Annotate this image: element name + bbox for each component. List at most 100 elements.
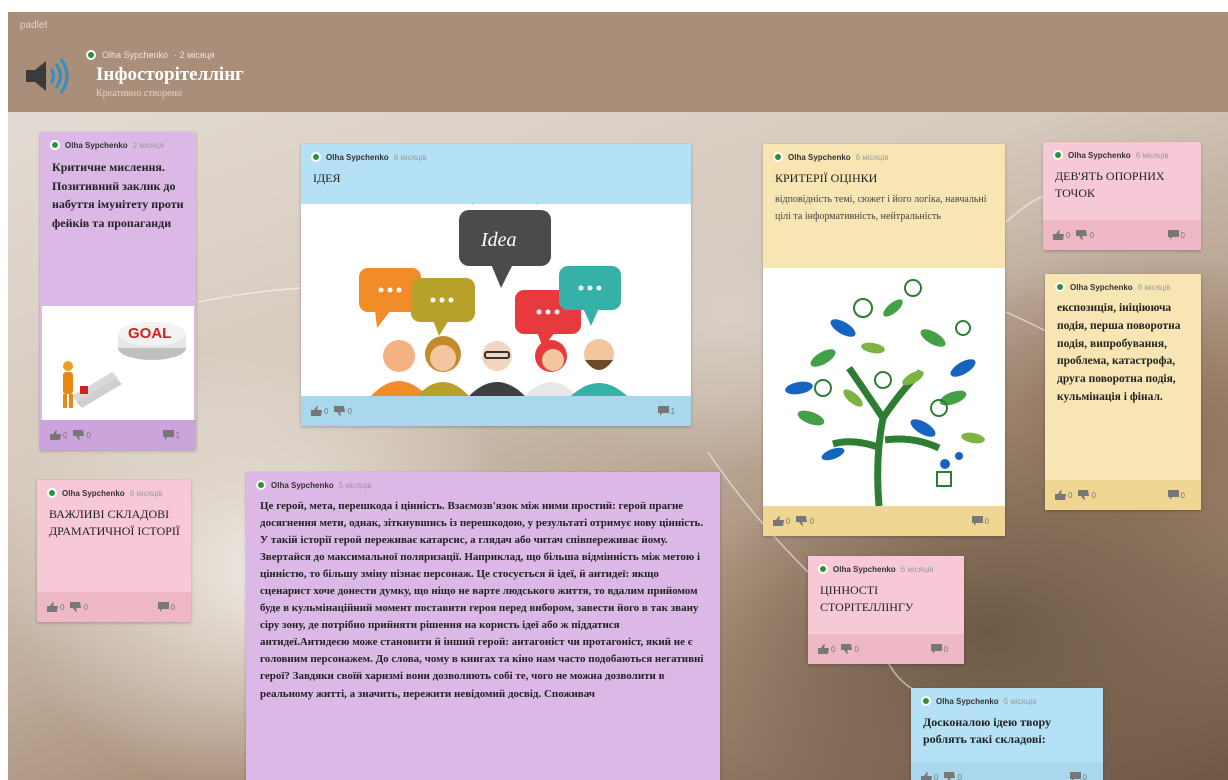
post-actions: 0 0 0 bbox=[1045, 480, 1201, 510]
idea-label: Idea bbox=[480, 229, 517, 251]
post-perfect-idea[interactable]: Olha Sypchenko 5 місяців Досконалою ідею… bbox=[911, 688, 1103, 780]
dislike-count: 0 bbox=[809, 516, 814, 526]
post-author[interactable]: Olha Sypchenko bbox=[65, 141, 128, 150]
post-author[interactable]: Olha Sypchenko bbox=[1068, 151, 1131, 160]
post-actions: 0 0 0 bbox=[763, 506, 1005, 536]
post-values[interactable]: Olha Sypchenko 6 місяців ЦІННОСТІ СТОРІТ… bbox=[808, 556, 964, 664]
comment-icon[interactable] bbox=[162, 430, 174, 440]
padlet-board: padlet Olha Sypchenko · 2 місяця Інфосто… bbox=[8, 12, 1228, 780]
post-actions: 0 0 0 bbox=[911, 762, 1103, 780]
post-meta: Olha Sypchenko 6 місяців bbox=[37, 480, 191, 498]
thumbs-up-icon[interactable] bbox=[50, 430, 61, 440]
post-meta: Olha Sypchenko 6 місяців bbox=[763, 144, 1005, 162]
thumbs-up-icon[interactable] bbox=[311, 406, 322, 416]
post-hero[interactable]: Olha Sypchenko 5 місяців Це герой, мета,… bbox=[246, 472, 720, 780]
post-components[interactable]: Olha Sypchenko 6 місяців ВАЖЛИВІ СКЛАДОВ… bbox=[37, 480, 191, 622]
thumbs-up-icon[interactable] bbox=[773, 516, 784, 526]
post-title: ДЕВ'ЯТЬ ОПОРНИХ ТОЧОК bbox=[1055, 169, 1165, 200]
avatar[interactable] bbox=[921, 696, 931, 706]
dislike-count: 0 bbox=[86, 430, 91, 440]
post-time: 5 місяців bbox=[338, 480, 372, 490]
comment-count: 0 bbox=[1082, 772, 1087, 780]
brand-label[interactable]: padlet bbox=[20, 20, 47, 31]
avatar[interactable] bbox=[1053, 150, 1063, 160]
thumbs-down-icon[interactable] bbox=[334, 406, 346, 416]
avatar[interactable] bbox=[50, 140, 60, 150]
post-author[interactable]: Olha Sypchenko bbox=[1070, 283, 1133, 292]
avatar[interactable] bbox=[1055, 282, 1065, 292]
post-title: експозиція, ініціююча подія, перша повор… bbox=[1057, 302, 1181, 404]
page-title: Інфосторітеллінг bbox=[96, 64, 244, 85]
post-time: 6 місяців bbox=[855, 152, 889, 162]
comment-icon[interactable] bbox=[1167, 490, 1179, 500]
comment-count: 1 bbox=[670, 406, 675, 416]
post-title: Критичне мислення. Позитивний заклик до … bbox=[52, 160, 184, 230]
post-actions: 0 0 0 bbox=[37, 592, 191, 622]
avatar[interactable] bbox=[311, 152, 321, 162]
comment-icon[interactable] bbox=[157, 602, 169, 612]
comment-count: 0 bbox=[984, 516, 989, 526]
post-time: 6 місяців bbox=[1137, 282, 1171, 292]
post-author[interactable]: Olha Sypchenko bbox=[833, 565, 896, 574]
thumbs-up-icon[interactable] bbox=[921, 772, 932, 780]
post-nine-points[interactable]: Olha Sypchenko 6 місяців ДЕВ'ЯТЬ ОПОРНИХ… bbox=[1043, 142, 1201, 250]
post-image[interactable]: GOAL bbox=[42, 306, 194, 420]
dislike-count: 0 bbox=[1091, 490, 1096, 500]
post-exposition[interactable]: Olha Sypchenko 6 місяців експозиція, іні… bbox=[1045, 274, 1201, 510]
header-author[interactable]: Olha Sypchenko bbox=[102, 50, 168, 60]
thumbs-down-icon[interactable] bbox=[73, 430, 85, 440]
post-idea[interactable]: Olha Sypchenko 6 місяців ІДЕЯ Idea 0 0 1 bbox=[301, 144, 691, 426]
post-meta: Olha Sypchenko 5 місяців bbox=[911, 688, 1103, 706]
post-author[interactable]: Olha Sypchenko bbox=[788, 153, 851, 162]
post-actions: 0 0 1 bbox=[40, 420, 196, 450]
avatar[interactable] bbox=[256, 480, 266, 490]
post-author[interactable]: Olha Sypchenko bbox=[62, 489, 125, 498]
thumbs-up-icon[interactable] bbox=[1055, 490, 1066, 500]
avatar[interactable] bbox=[773, 152, 783, 162]
speaker-icon bbox=[26, 58, 69, 94]
post-actions: 0 0 0 bbox=[1043, 220, 1201, 250]
post-title: КРИТЕРІЇ ОЦІНКИ bbox=[775, 171, 878, 185]
post-image[interactable]: Idea bbox=[301, 204, 691, 396]
comment-count: 0 bbox=[1180, 490, 1185, 500]
post-author[interactable]: Olha Sypchenko bbox=[936, 697, 999, 706]
post-critical-thinking[interactable]: Olha Sypchenko 2 місяця Критичне мисленн… bbox=[40, 132, 196, 450]
post-actions: 0 0 0 bbox=[808, 634, 964, 664]
comment-icon[interactable] bbox=[930, 644, 942, 654]
comment-icon[interactable] bbox=[971, 516, 983, 526]
eco-tree-illustration bbox=[785, 279, 985, 506]
thumbs-up-icon[interactable] bbox=[1053, 230, 1064, 240]
post-body: Це герой, мета, перешкода і цінність. Вз… bbox=[260, 500, 704, 700]
post-time: 2 місяця bbox=[132, 140, 164, 150]
like-count: 0 bbox=[786, 516, 791, 526]
thumbs-down-icon[interactable] bbox=[796, 516, 808, 526]
comment-icon[interactable] bbox=[657, 406, 669, 416]
comment-icon[interactable] bbox=[1167, 230, 1179, 240]
dislike-count: 0 bbox=[854, 644, 859, 654]
post-author[interactable]: Olha Sypchenko bbox=[271, 481, 334, 490]
avatar[interactable] bbox=[86, 50, 96, 60]
thumbs-down-icon[interactable] bbox=[841, 644, 853, 654]
post-criteria[interactable]: Olha Sypchenko 6 місяців КРИТЕРІЇ ОЦІНКИ… bbox=[763, 144, 1005, 536]
like-count: 0 bbox=[324, 406, 329, 416]
thumbs-up-icon[interactable] bbox=[818, 644, 829, 654]
post-meta: Olha Sypchenko 5 місяців bbox=[246, 472, 720, 490]
post-author[interactable]: Olha Sypchenko bbox=[326, 153, 389, 162]
dislike-count: 0 bbox=[347, 406, 352, 416]
thumbs-down-icon[interactable] bbox=[944, 772, 956, 780]
like-count: 0 bbox=[1068, 490, 1073, 500]
post-body: відповідність темі, сюжет і його логіка,… bbox=[775, 194, 987, 223]
thumbs-down-icon[interactable] bbox=[70, 602, 82, 612]
comment-icon[interactable] bbox=[1069, 772, 1081, 780]
thumbs-up-icon[interactable] bbox=[47, 602, 58, 612]
avatar[interactable] bbox=[47, 488, 57, 498]
comment-count: 1 bbox=[175, 430, 180, 440]
avatar[interactable] bbox=[818, 564, 828, 574]
idea-illustration: Idea bbox=[359, 204, 627, 396]
post-time: 6 місяців bbox=[900, 564, 934, 574]
thumbs-down-icon[interactable] bbox=[1076, 230, 1088, 240]
dislike-count: 0 bbox=[957, 772, 962, 780]
thumbs-down-icon[interactable] bbox=[1078, 490, 1090, 500]
page-subtitle: Креативно створено bbox=[96, 88, 182, 99]
post-image[interactable] bbox=[763, 268, 1005, 506]
